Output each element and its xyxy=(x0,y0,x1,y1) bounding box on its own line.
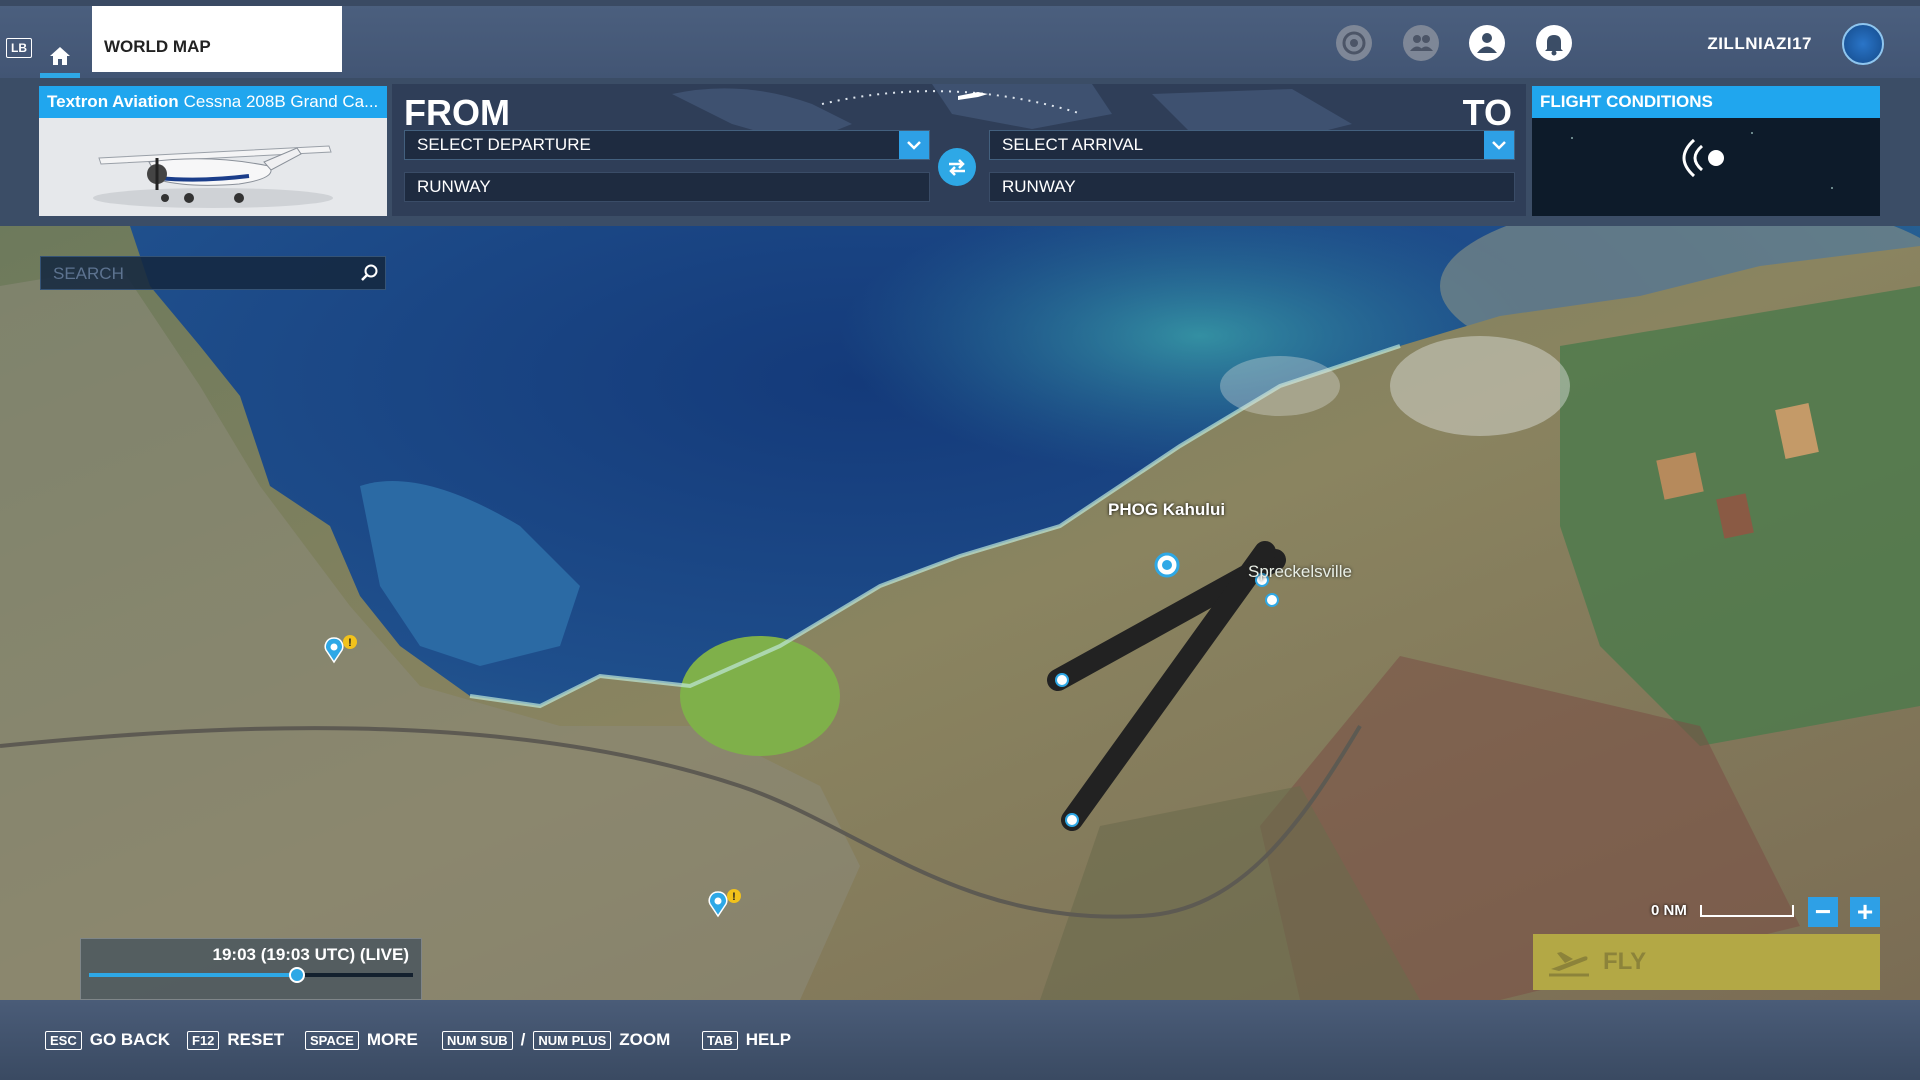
zoom-hint[interactable]: NUM SUB / NUM PLUS ZOOM xyxy=(442,1030,670,1050)
search-box[interactable] xyxy=(40,256,386,291)
flight-conditions-title: FLIGHT CONDITIONS xyxy=(1532,86,1880,118)
flight-planner-header: Textron Aviation Cessna 208B Grand Ca...… xyxy=(0,78,1920,226)
notifications-button[interactable] xyxy=(1535,24,1573,62)
help-hint[interactable]: TAB HELP xyxy=(702,1030,791,1050)
esc-key: ESC xyxy=(45,1030,82,1050)
to-label: TO xyxy=(1462,92,1512,133)
world-map[interactable]: ! ! xyxy=(0,226,1920,1000)
search-icon[interactable] xyxy=(359,263,379,283)
more-label: MORE xyxy=(366,1030,418,1049)
airport-label[interactable]: PHOG Kahului xyxy=(1108,500,1225,520)
town-label: Spreckelsville xyxy=(1248,562,1352,581)
swap-icon xyxy=(949,159,965,176)
departure-value: SELECT DEPARTURE xyxy=(417,135,591,154)
reset-label: RESET xyxy=(227,1030,285,1049)
scale-bar xyxy=(1700,905,1794,917)
lb-key-hint[interactable]: LB xyxy=(6,38,32,58)
time-of-day-text: 19:03 (19:03 UTC) (LIVE) xyxy=(212,945,410,964)
hint-separator: / xyxy=(520,1030,526,1049)
num-plus-key: NUM PLUS xyxy=(533,1030,612,1050)
aircraft-image xyxy=(39,118,387,216)
help-label: HELP xyxy=(745,1030,792,1049)
departure-runway-select[interactable]: RUNWAY xyxy=(404,172,930,202)
aircraft-selection-card[interactable]: Textron Aviation Cessna 208B Grand Ca... xyxy=(39,86,387,216)
home-button[interactable] xyxy=(40,32,80,78)
fly-label: FLY xyxy=(1603,948,1647,975)
time-slider-fill xyxy=(89,973,297,977)
arrival-select[interactable]: SELECT ARRIVAL xyxy=(989,130,1515,160)
time-of-day-panel: 19:03 (19:03 UTC) (LIVE) xyxy=(80,938,422,1000)
scale-label: 0 NM xyxy=(1651,902,1687,919)
more-hint[interactable]: SPACE MORE xyxy=(305,1030,418,1050)
time-slider[interactable] xyxy=(89,967,413,983)
aircraft-brand: Textron Aviation xyxy=(47,92,179,111)
space-key: SPACE xyxy=(305,1030,359,1050)
zoom-out-button[interactable]: − xyxy=(1808,897,1838,927)
aircraft-title: Textron Aviation Cessna 208B Grand Ca... xyxy=(39,86,387,118)
friends-button[interactable] xyxy=(1402,24,1440,62)
achievements-button[interactable] xyxy=(1335,24,1373,62)
flight-conditions-card[interactable]: FLIGHT CONDITIONS xyxy=(1532,86,1880,216)
fly-button[interactable]: FLY xyxy=(1533,934,1880,990)
profile-button[interactable] xyxy=(1468,24,1506,62)
live-weather-icon xyxy=(1571,132,1833,189)
tab-world-map[interactable]: WORLD MAP xyxy=(92,6,342,72)
airport-marker-icon[interactable] xyxy=(1154,552,1180,578)
poi-marker-icon[interactable]: ! xyxy=(706,888,746,928)
aircraft-model: Cessna 208B Grand Ca... xyxy=(183,92,379,111)
poi-marker-icon[interactable]: ! xyxy=(322,634,362,674)
top-bar: LB WORLD MAP ZILLNIAZI17 xyxy=(0,0,1920,78)
svg-text:!: ! xyxy=(348,637,352,649)
from-label: FROM xyxy=(404,92,510,133)
runway-overlay xyxy=(1047,541,1286,831)
profile-icon xyxy=(1469,25,1505,61)
chevron-down-icon[interactable] xyxy=(899,131,929,159)
go-back-hint[interactable]: ESC GO BACK xyxy=(45,1030,170,1050)
search-input[interactable] xyxy=(41,257,355,291)
notifications-icon xyxy=(1536,25,1572,61)
achievements-icon xyxy=(1336,25,1372,61)
go-back-label: GO BACK xyxy=(89,1030,171,1049)
route-panel: FROM TO SELECT DEPARTURE RUNWAY SELECT A… xyxy=(392,84,1526,216)
friends-icon xyxy=(1403,25,1439,61)
tab-key: TAB xyxy=(702,1030,738,1050)
username[interactable]: ZILLNIAZI17 xyxy=(1707,34,1812,54)
takeoff-icon xyxy=(1549,952,1589,977)
reset-hint[interactable]: F12 RESET xyxy=(187,1030,284,1050)
bottom-hint-bar: ESC GO BACK F12 RESET SPACE MORE NUM SUB… xyxy=(0,1000,1920,1080)
zoom-label: ZOOM xyxy=(619,1030,671,1049)
chevron-down-icon[interactable] xyxy=(1484,131,1514,159)
num-sub-key: NUM SUB xyxy=(442,1030,513,1050)
satellite-imagery xyxy=(0,226,1920,1000)
svg-text:!: ! xyxy=(732,891,736,903)
arrival-runway-select[interactable]: RUNWAY xyxy=(989,172,1515,202)
home-icon xyxy=(50,47,70,65)
arrival-value: SELECT ARRIVAL xyxy=(1002,135,1144,154)
avatar[interactable] xyxy=(1842,23,1884,65)
f12-key: F12 xyxy=(187,1030,220,1050)
swap-button[interactable] xyxy=(938,148,976,186)
zoom-in-button[interactable]: + xyxy=(1850,897,1880,927)
departure-select[interactable]: SELECT DEPARTURE xyxy=(404,130,930,160)
time-slider-thumb[interactable] xyxy=(289,967,306,983)
